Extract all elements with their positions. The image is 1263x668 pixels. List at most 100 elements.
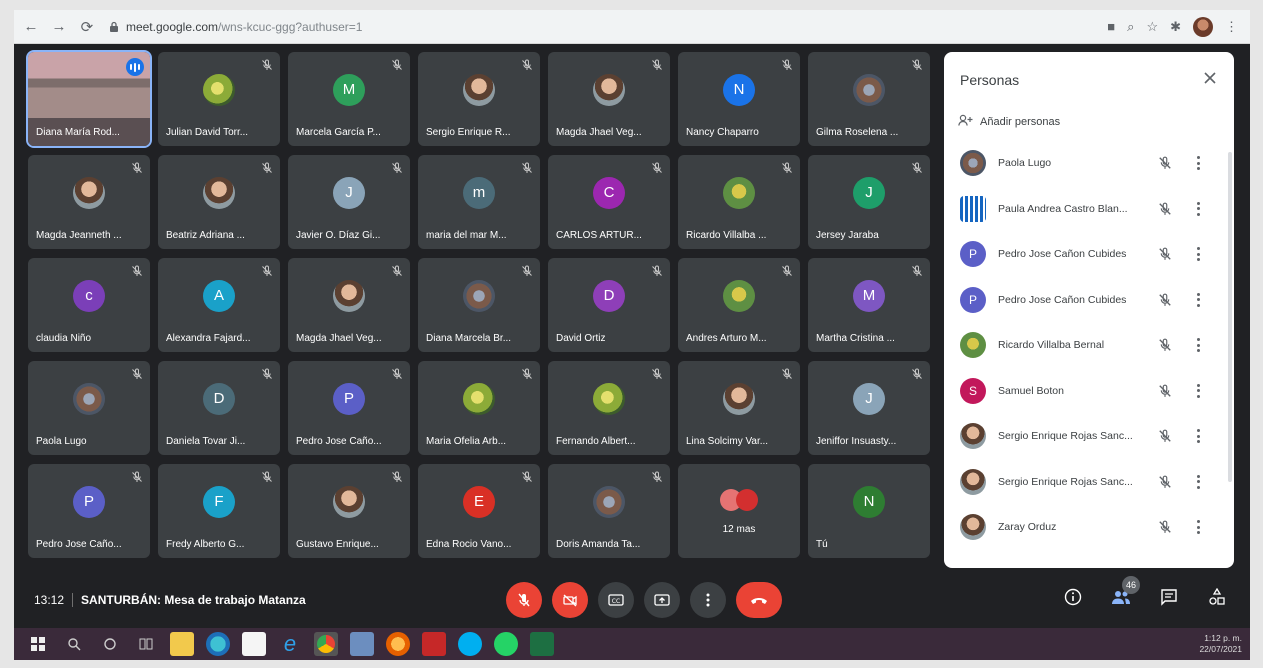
camera-app-icon[interactable] <box>350 632 374 656</box>
camera-toggle-button[interactable] <box>552 582 588 618</box>
bookmark-star-icon[interactable]: ☆ <box>1146 19 1158 35</box>
ie-icon[interactable]: e <box>278 631 302 656</box>
forward-icon[interactable]: → <box>48 16 70 38</box>
participant-tile[interactable]: P Pedro Jose Caño... <box>28 464 150 558</box>
people-list-item[interactable]: P Pedro Jose Cañon Cubides <box>944 231 1234 277</box>
zoom-icon[interactable]: ⌕ <box>1127 19 1134 35</box>
participant-tile[interactable]: P Pedro Jose Caño... <box>288 361 410 455</box>
acrobat-icon[interactable] <box>422 632 446 656</box>
participant-tile[interactable]: 12 mas <box>678 464 800 558</box>
reload-icon[interactable]: ⟳ <box>76 16 98 38</box>
firefox-icon[interactable] <box>386 632 410 656</box>
file-explorer-icon[interactable] <box>170 632 194 656</box>
close-icon[interactable] <box>1200 68 1220 88</box>
mic-off-icon[interactable] <box>1158 156 1172 170</box>
people-list-item[interactable]: S Samuel Boton <box>944 368 1234 414</box>
people-list-item[interactable]: Ricardo Villalba Bernal <box>944 322 1234 368</box>
participant-tile[interactable]: Gustavo Enrique... <box>288 464 410 558</box>
participant-tile[interactable]: A Alexandra Fajard... <box>158 258 280 352</box>
mic-off-icon[interactable] <box>1158 475 1172 489</box>
profile-avatar[interactable] <box>1193 16 1213 37</box>
participant-tile[interactable]: Paola Lugo <box>28 361 150 455</box>
mic-off-icon[interactable] <box>1158 293 1172 307</box>
participant-tile[interactable]: N Tú <box>808 464 930 558</box>
more-vert-icon[interactable] <box>1196 338 1200 352</box>
more-vert-icon[interactable] <box>1196 474 1200 489</box>
more-vert-icon[interactable] <box>1196 429 1200 443</box>
extensions-icon[interactable]: ✱ <box>1170 19 1181 35</box>
more-vert-icon[interactable] <box>1196 520 1200 534</box>
participant-tile[interactable]: Andres Arturo M... <box>678 258 800 352</box>
more-vert-icon[interactable] <box>1196 247 1200 261</box>
participant-tile[interactable]: Doris Amanda Ta... <box>548 464 670 558</box>
participant-tile[interactable]: Diana Marcela Br... <box>418 258 540 352</box>
panel-scrollbar[interactable] <box>1228 152 1232 482</box>
people-list-item[interactable]: P Pedro Jose Cañon Cubides <box>944 277 1234 323</box>
participant-tile[interactable]: Julian David Torr... <box>158 52 280 146</box>
leave-call-button[interactable] <box>736 582 782 618</box>
participant-tile[interactable]: Sergio Enrique R... <box>418 52 540 146</box>
more-options-button[interactable] <box>690 582 726 618</box>
more-vert-icon[interactable] <box>1196 156 1200 170</box>
participant-tile[interactable]: F Fredy Alberto G... <box>158 464 280 558</box>
people-list-item[interactable]: Sergio Enrique Rojas Sanc... <box>944 459 1234 505</box>
activities-button[interactable] <box>1206 586 1228 608</box>
more-vert-icon[interactable] <box>1196 383 1200 398</box>
participant-tile[interactable]: Magda Jeanneth ... <box>28 155 150 249</box>
people-list-item[interactable]: Paula Andrea Castro Blan... <box>944 186 1234 232</box>
browser-menu-icon[interactable]: ⋮ <box>1225 19 1238 35</box>
mic-off-icon[interactable] <box>1158 429 1172 443</box>
participant-tile[interactable]: D Daniela Tovar Ji... <box>158 361 280 455</box>
participant-tile[interactable]: Gilma Roselena ... <box>808 52 930 146</box>
address-bar[interactable]: meet.google.com/wns-kcuc-ggg?authuser=1 <box>108 15 1107 39</box>
captions-button[interactable]: CC <box>598 582 634 618</box>
add-people-button[interactable]: Añadir personas <box>958 114 1060 129</box>
participant-tile[interactable]: Ricardo Villalba ... <box>678 155 800 249</box>
participant-tile[interactable]: J Javier O. Díaz Gi... <box>288 155 410 249</box>
participant-tile[interactable]: J Jeniffor Insuasty... <box>808 361 930 455</box>
mic-off-icon[interactable] <box>1158 338 1172 352</box>
store-icon[interactable] <box>242 632 266 656</box>
more-vert-icon[interactable] <box>1196 292 1200 307</box>
back-icon[interactable]: ← <box>20 16 42 38</box>
present-button[interactable] <box>644 582 680 618</box>
participant-tile[interactable]: C CARLOS ARTUR... <box>548 155 670 249</box>
edge-icon[interactable] <box>206 632 230 656</box>
participant-tile[interactable]: Maria Ofelia Arb... <box>418 361 540 455</box>
task-view-icon[interactable] <box>134 632 158 656</box>
participant-tile[interactable]: Fernando Albert... <box>548 361 670 455</box>
cortana-icon[interactable] <box>98 632 122 656</box>
participant-tile[interactable]: c claudia Niño <box>28 258 150 352</box>
start-icon[interactable] <box>26 632 50 656</box>
participant-tile[interactable]: N Nancy Chaparro <box>678 52 800 146</box>
participant-tile[interactable]: D David Ortiz <box>548 258 670 352</box>
taskbar-search-icon[interactable] <box>62 632 86 656</box>
people-list-item[interactable]: Sergio Enrique Rojas Sanc... <box>944 413 1234 459</box>
mic-toggle-button[interactable] <box>506 582 542 618</box>
people-list-item[interactable]: Zaray Orduz <box>944 504 1234 550</box>
chat-button[interactable] <box>1158 586 1180 608</box>
mic-off-icon[interactable] <box>1158 384 1172 398</box>
mic-off-icon[interactable] <box>1158 520 1172 534</box>
people-button[interactable]: 46 <box>1110 576 1140 608</box>
mic-off-icon[interactable] <box>1158 247 1172 261</box>
participant-tile[interactable]: Magda Jhael Veg... <box>288 258 410 352</box>
system-clock[interactable]: 1:12 p. m. 22/07/2021 <box>1199 633 1242 655</box>
camera-indicator-icon[interactable]: ■ <box>1107 19 1115 34</box>
participant-tile[interactable]: Beatriz Adriana ... <box>158 155 280 249</box>
chrome-icon[interactable] <box>314 632 338 656</box>
excel-icon[interactable] <box>530 632 554 656</box>
participant-tile[interactable]: J Jersey Jaraba <box>808 155 930 249</box>
participant-tile[interactable]: M Marcela García P... <box>288 52 410 146</box>
whatsapp-icon[interactable] <box>494 632 518 656</box>
participant-tile[interactable]: Diana María Rod... <box>26 50 152 148</box>
participant-tile[interactable]: E Edna Rocio Vano... <box>418 464 540 558</box>
participant-tile[interactable]: Lina Solcimy Var... <box>678 361 800 455</box>
participant-tile[interactable]: m maria del mar M... <box>418 155 540 249</box>
meeting-info-button[interactable] <box>1062 586 1084 608</box>
participant-tile[interactable]: Magda Jhael Veg... <box>548 52 670 146</box>
mic-off-icon[interactable] <box>1158 202 1172 216</box>
people-list-item[interactable]: Paola Lugo <box>944 140 1234 186</box>
more-vert-icon[interactable] <box>1196 201 1200 216</box>
skype-icon[interactable] <box>458 632 482 656</box>
